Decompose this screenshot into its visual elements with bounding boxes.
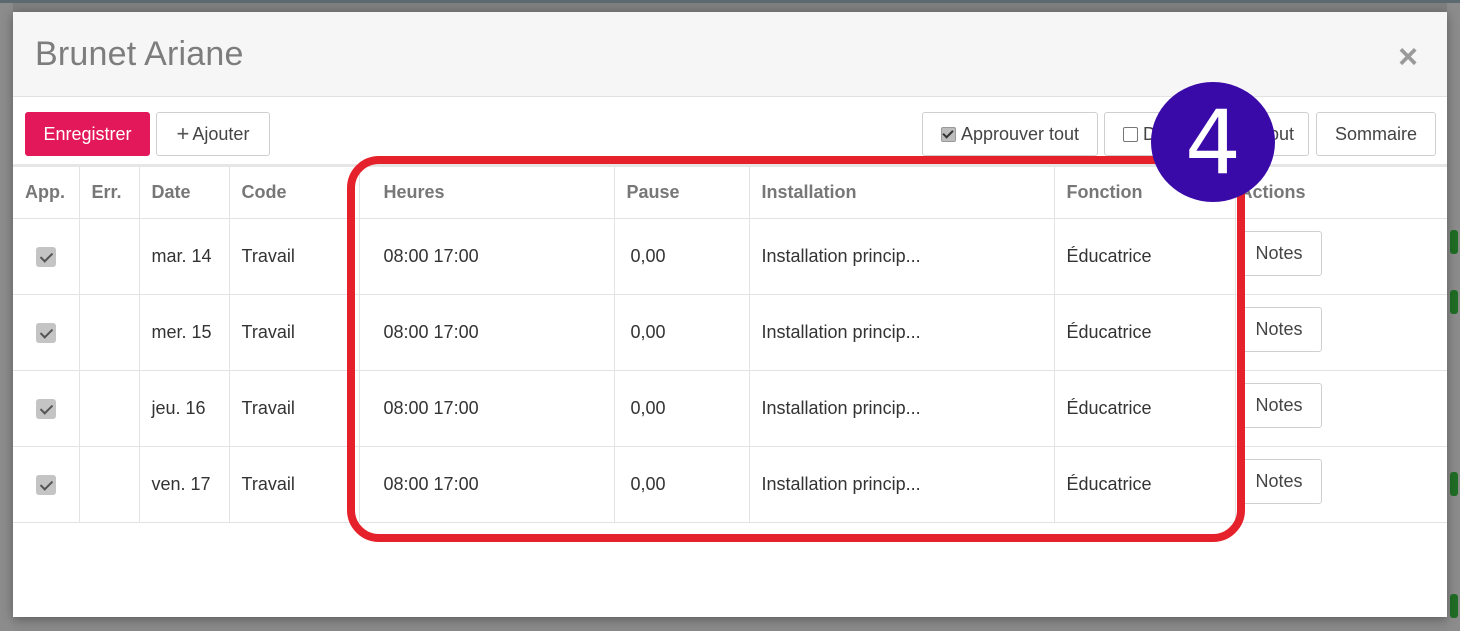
background-bottom-strip — [13, 617, 1447, 631]
column-header-actions: Actions — [1235, 167, 1447, 219]
table-row: ven. 17 Travail 08:00 17:00 0,00 Install… — [13, 446, 1447, 523]
code-cell: Travail — [229, 446, 360, 523]
background-status-pill — [1450, 472, 1458, 496]
pause-cell[interactable]: 0,00 — [614, 446, 750, 523]
actions-cell: Notes — [1235, 294, 1447, 371]
code-cell: Travail — [229, 294, 360, 371]
hours-cell[interactable]: 08:00 17:00 — [359, 370, 615, 447]
column-header-hours[interactable]: Heures — [359, 167, 615, 219]
approve-all-button[interactable]: Approuver tout — [922, 112, 1098, 156]
employee-timesheet-modal: Brunet Ariane × Enregistrer + Ajouter Ap… — [13, 12, 1447, 617]
notes-button[interactable]: Notes — [1236, 307, 1322, 352]
function-cell[interactable]: Éducatrice — [1054, 218, 1236, 295]
date-cell: mer. 15 — [139, 294, 230, 371]
approve-checkbox-cell[interactable] — [13, 370, 80, 447]
hours-cell[interactable]: 08:00 17:00 — [359, 294, 615, 371]
notes-button[interactable]: Notes — [1236, 383, 1322, 428]
hours-cell[interactable]: 08:00 17:00 — [359, 218, 615, 295]
error-cell — [79, 370, 140, 447]
notes-button[interactable]: Notes — [1236, 459, 1322, 504]
actions-cell: Notes — [1235, 218, 1447, 295]
table-row: mer. 15 Travail 08:00 17:00 0,00 Install… — [13, 294, 1447, 371]
checkbox-checked-icon — [940, 126, 956, 142]
checkbox-checked-icon[interactable] — [35, 246, 56, 267]
modal-title: Brunet Ariane — [35, 35, 244, 73]
background-status-pill — [1450, 290, 1458, 314]
approve-checkbox-cell[interactable] — [13, 218, 80, 295]
approve-checkbox-cell[interactable] — [13, 294, 80, 371]
modal-header: Brunet Ariane × — [13, 12, 1447, 97]
actions-cell: Notes — [1235, 446, 1447, 523]
code-cell: Travail — [229, 370, 360, 447]
error-cell — [79, 294, 140, 371]
notes-button[interactable]: Notes — [1236, 231, 1322, 276]
summary-button-label: Sommaire — [1334, 123, 1418, 144]
actions-cell: Notes — [1235, 370, 1447, 447]
modal-toolbar: Enregistrer + Ajouter Approuver tout D o… — [13, 97, 1447, 165]
checkbox-checked-icon[interactable] — [35, 398, 56, 419]
installation-cell[interactable]: Installation princip... — [749, 446, 1055, 523]
column-header-code[interactable]: Code — [229, 167, 360, 219]
summary-button[interactable]: Sommaire — [1316, 112, 1436, 156]
table-header-row: App. Err. Date Code Heures Pause Install… — [13, 167, 1447, 219]
table-row: mar. 14 Travail 08:00 17:00 0,00 Install… — [13, 218, 1447, 295]
approve-checkbox-cell[interactable] — [13, 446, 80, 523]
error-cell — [79, 218, 140, 295]
disapprove-all-button[interactable]: D out — [1104, 112, 1309, 156]
approve-all-label: Approuver tout — [960, 123, 1080, 144]
checkbox-checked-icon[interactable] — [35, 322, 56, 343]
pause-cell[interactable]: 0,00 — [614, 370, 750, 447]
disapprove-all-label-start: D — [1143, 123, 1156, 144]
table-row: jeu. 16 Travail 08:00 17:00 0,00 Install… — [13, 370, 1447, 447]
column-header-app[interactable]: App. — [13, 167, 80, 219]
checkbox-checked-icon[interactable] — [35, 474, 56, 495]
column-header-installation[interactable]: Installation — [749, 167, 1055, 219]
close-icon[interactable]: × — [1393, 40, 1423, 74]
column-header-function[interactable]: Fonction — [1054, 167, 1236, 219]
column-header-err[interactable]: Err. — [79, 167, 140, 219]
installation-cell[interactable]: Installation princip... — [749, 218, 1055, 295]
hours-cell[interactable]: 08:00 17:00 — [359, 446, 615, 523]
pause-cell[interactable]: 0,00 — [614, 294, 750, 371]
function-cell[interactable]: Éducatrice — [1054, 370, 1236, 447]
background-status-pill — [1450, 230, 1458, 254]
installation-cell[interactable]: Installation princip... — [749, 370, 1055, 447]
plus-icon: + — [176, 121, 190, 146]
date-cell: jeu. 16 — [139, 370, 230, 447]
background-top-bar — [0, 0, 1460, 3]
checkbox-empty-icon — [1123, 126, 1138, 142]
save-button[interactable]: Enregistrer — [25, 112, 150, 156]
installation-cell[interactable]: Installation princip... — [749, 294, 1055, 371]
date-cell: mar. 14 — [139, 218, 230, 295]
pause-cell[interactable]: 0,00 — [614, 218, 750, 295]
column-header-date[interactable]: Date — [139, 167, 230, 219]
disapprove-all-label-end: out — [1268, 123, 1294, 144]
background-status-pill — [1450, 594, 1458, 618]
error-cell — [79, 446, 140, 523]
function-cell[interactable]: Éducatrice — [1054, 446, 1236, 523]
column-header-pause[interactable]: Pause — [614, 167, 750, 219]
save-button-label: Enregistrer — [43, 123, 132, 144]
timesheet-table: App. Err. Date Code Heures Pause Install… — [13, 167, 1447, 523]
code-cell: Travail — [229, 218, 360, 295]
add-button[interactable]: + Ajouter — [156, 112, 270, 156]
background-left-edge — [0, 3, 13, 631]
date-cell: ven. 17 — [139, 446, 230, 523]
add-button-label: Ajouter — [192, 123, 250, 144]
function-cell[interactable]: Éducatrice — [1054, 294, 1236, 371]
background-right-edge — [1447, 3, 1460, 631]
